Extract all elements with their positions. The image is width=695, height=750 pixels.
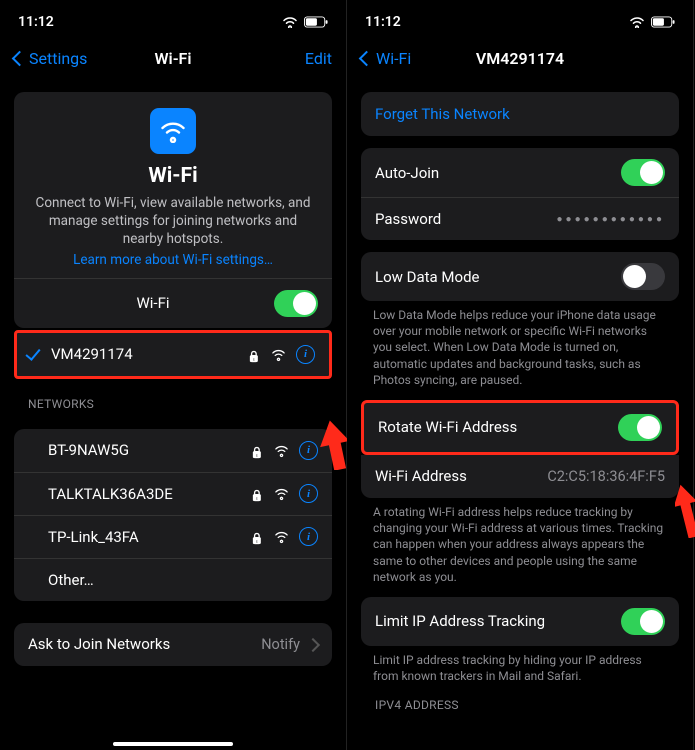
rotate-label: Rotate Wi-Fi Address — [378, 418, 618, 436]
other-network-row[interactable]: Other… — [14, 558, 332, 601]
red-arrow-icon — [675, 484, 695, 538]
low-data-label: Low Data Mode — [375, 268, 621, 286]
info-icon[interactable]: i — [299, 484, 318, 503]
ask-join-label: Ask to Join Networks — [28, 635, 261, 653]
chevron-left-icon — [361, 49, 372, 68]
ipv4-header: IPV4 ADDRESS — [347, 684, 693, 718]
wifi-address-row: Wi-Fi Address C2:C5:18:36:4F:F5 — [361, 455, 679, 498]
info-icon[interactable]: i — [299, 527, 318, 546]
back-button[interactable]: Wi-Fi — [361, 49, 411, 68]
status-bar: 11:12 — [347, 0, 693, 36]
low-data-desc: Low Data Mode helps reduce your iPhone d… — [347, 301, 693, 388]
nav-bar: Wi-Fi VM4291174 — [347, 36, 693, 80]
back-label: Settings — [29, 49, 87, 68]
header-desc: Connect to Wi-Fi, view available network… — [32, 194, 314, 249]
network-ssid: BT-9NAW5G — [48, 441, 250, 459]
learn-more-link[interactable]: Learn more about Wi-Fi settings… — [73, 252, 273, 268]
status-icons — [629, 16, 675, 28]
wifi-address-card: Wi-Fi Address C2:C5:18:36:4F:F5 — [361, 455, 679, 498]
status-bar: 11:12 — [0, 0, 346, 36]
auto-join-label: Auto-Join — [375, 164, 621, 182]
header-title: Wi-Fi — [32, 164, 314, 188]
wifi-signal-icon — [274, 443, 289, 458]
connected-network-highlighted: VM4291174 i — [14, 330, 332, 379]
rotate-desc: A rotating Wi-Fi address helps reduce tr… — [347, 498, 693, 585]
auto-join-toggle[interactable] — [621, 159, 665, 186]
status-icons — [282, 16, 328, 28]
nav-bar: Settings Wi-Fi Edit — [0, 36, 346, 80]
lock-icon — [247, 345, 261, 364]
info-icon[interactable]: i — [299, 441, 318, 460]
lock-icon — [250, 441, 264, 460]
network-row[interactable]: BT-9NAW5G i — [14, 429, 332, 472]
home-indicator — [113, 742, 233, 746]
low-data-card: Low Data Mode — [361, 252, 679, 301]
wifi-signal-icon — [274, 529, 289, 544]
limit-ip-desc: Limit IP address tracking by hiding your… — [347, 646, 693, 684]
back-label: Wi-Fi — [376, 49, 411, 68]
chevron-left-icon — [14, 49, 25, 68]
password-row[interactable]: Password ●●●●●●●●●●●● — [361, 197, 679, 240]
ask-join-row[interactable]: Ask to Join Networks Notify — [14, 623, 332, 666]
wifi-toggle[interactable] — [274, 290, 318, 317]
checkmark-icon — [29, 345, 37, 364]
wifi-address-value: C2:C5:18:36:4F:F5 — [547, 468, 665, 485]
networks-list: BT-9NAW5G i TALKTALK36A3DE i TP-Link_43F… — [14, 429, 332, 601]
wifi-toggle-label: Wi-Fi — [32, 294, 274, 312]
wifi-signal-icon — [274, 486, 289, 501]
limit-ip-label: Limit IP Address Tracking — [375, 612, 621, 630]
forget-network-button[interactable]: Forget This Network — [361, 92, 679, 136]
forget-card: Forget This Network — [361, 92, 679, 136]
rotate-row: Rotate Wi-Fi Address — [364, 403, 676, 452]
join-card: Auto-Join Password ●●●●●●●●●●●● — [361, 148, 679, 240]
connected-ssid: VM4291174 — [51, 345, 247, 363]
battery-icon — [304, 16, 328, 28]
network-row[interactable]: TALKTALK36A3DE i — [14, 472, 332, 515]
battery-icon — [651, 16, 675, 28]
network-row[interactable]: TP-Link_43FA i — [14, 515, 332, 558]
networks-header: NETWORKS — [0, 379, 346, 417]
edit-button[interactable]: Edit — [305, 49, 332, 68]
phone-left: 11:12 Settings Wi-Fi Edit Wi-Fi Connect … — [0, 0, 347, 750]
limit-ip-card: Limit IP Address Tracking — [361, 597, 679, 646]
connected-network-row[interactable]: VM4291174 i — [17, 333, 329, 376]
chevron-right-icon — [308, 635, 318, 654]
wifi-icon — [282, 16, 298, 28]
network-ssid: TALKTALK36A3DE — [48, 485, 250, 503]
status-time: 11:12 — [365, 14, 401, 30]
ask-join-value: Notify — [261, 636, 300, 653]
wifi-header-card: Wi-Fi Connect to Wi-Fi, view available n… — [14, 92, 332, 328]
low-data-row: Low Data Mode — [361, 252, 679, 301]
wifi-app-icon — [150, 108, 196, 154]
status-time: 11:12 — [18, 14, 54, 30]
ask-join-card: Ask to Join Networks Notify — [14, 623, 332, 666]
wifi-signal-icon — [271, 347, 286, 362]
password-label: Password — [375, 210, 557, 228]
wifi-address-label: Wi-Fi Address — [375, 467, 547, 485]
lock-icon — [250, 527, 264, 546]
wifi-icon — [629, 16, 645, 28]
limit-ip-toggle[interactable] — [621, 608, 665, 635]
lock-icon — [250, 484, 264, 503]
other-label: Other… — [48, 571, 318, 589]
rotate-toggle[interactable] — [618, 414, 662, 441]
rotate-card-highlighted: Rotate Wi-Fi Address — [361, 400, 679, 455]
back-button[interactable]: Settings — [14, 49, 87, 68]
info-icon[interactable]: i — [296, 345, 315, 364]
low-data-toggle[interactable] — [621, 263, 665, 290]
network-ssid: TP-Link_43FA — [48, 528, 250, 546]
wifi-toggle-row: Wi-Fi — [14, 278, 332, 328]
auto-join-row: Auto-Join — [361, 148, 679, 197]
phone-right: 11:12 Wi-Fi VM4291174 Forget This Networ… — [347, 0, 694, 750]
limit-ip-row: Limit IP Address Tracking — [361, 597, 679, 646]
password-dots: ●●●●●●●●●●●● — [557, 214, 665, 225]
